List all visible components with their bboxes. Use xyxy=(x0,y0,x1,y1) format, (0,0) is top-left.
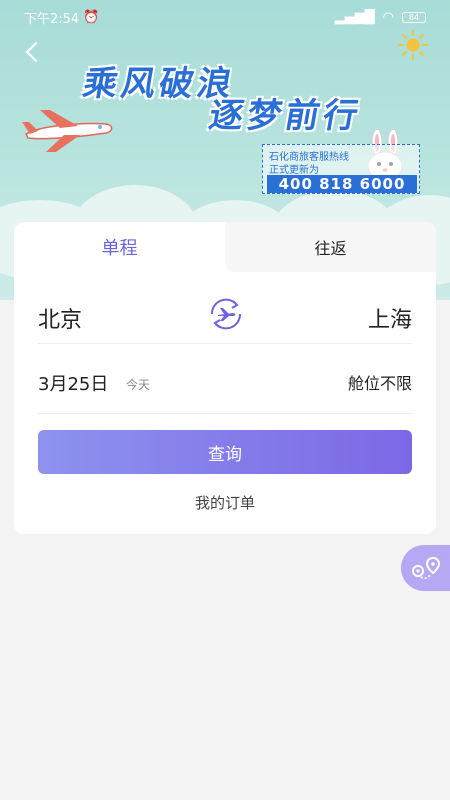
date-row: 3月25日 今天 舱位不限 xyxy=(38,358,412,414)
alarm-icon: ⏰ xyxy=(83,9,100,25)
status-time: 下午2:54 xyxy=(24,11,80,27)
signal-icon: ▂▄▆█ xyxy=(334,9,375,25)
my-orders-link[interactable]: 我的订单 xyxy=(14,492,436,516)
swap-route-icon xyxy=(210,298,242,330)
hotline-notice: 石化商旅客服热线 正式更新为 400 818 6000 xyxy=(262,144,420,194)
search-button[interactable]: 查询 xyxy=(38,430,412,474)
hotline-number: 400 818 6000 xyxy=(267,175,417,193)
back-arrow-icon xyxy=(25,41,38,63)
plane-illustration xyxy=(22,110,113,152)
notice-subtext: 正式更新为 xyxy=(269,165,319,176)
flight-search-card: 单程 往返 北京 上海 3月25日 今天 舱位不限 查询 我的订单 xyxy=(14,222,436,534)
map-route-button[interactable] xyxy=(401,545,450,591)
arrival-city[interactable]: 上海 xyxy=(368,302,412,334)
wifi-icon: ◠ xyxy=(382,9,394,25)
tab-round-trip[interactable]: 往返 xyxy=(225,222,436,272)
battery-icon: 84 xyxy=(402,11,426,23)
route-row: 北京 上海 xyxy=(38,288,412,344)
back-button[interactable] xyxy=(18,38,44,66)
tab-one-way[interactable]: 单程 xyxy=(14,222,225,272)
slogan-line-2: 逐梦前行 xyxy=(205,96,365,136)
departure-city[interactable]: 北京 xyxy=(38,302,82,334)
map-route-icon xyxy=(412,556,441,580)
swap-cities-button[interactable] xyxy=(206,294,246,334)
departure-date[interactable]: 3月25日 xyxy=(38,370,108,396)
cabin-class-select[interactable]: 舱位不限 xyxy=(348,370,412,394)
sun-icon xyxy=(398,30,428,60)
date-hint: 今天 xyxy=(126,378,151,392)
trip-type-tabs: 单程 往返 xyxy=(14,222,436,272)
status-bar: 下午2:54 ⏰ ▂▄▆█ ◠ 84 xyxy=(0,0,450,34)
